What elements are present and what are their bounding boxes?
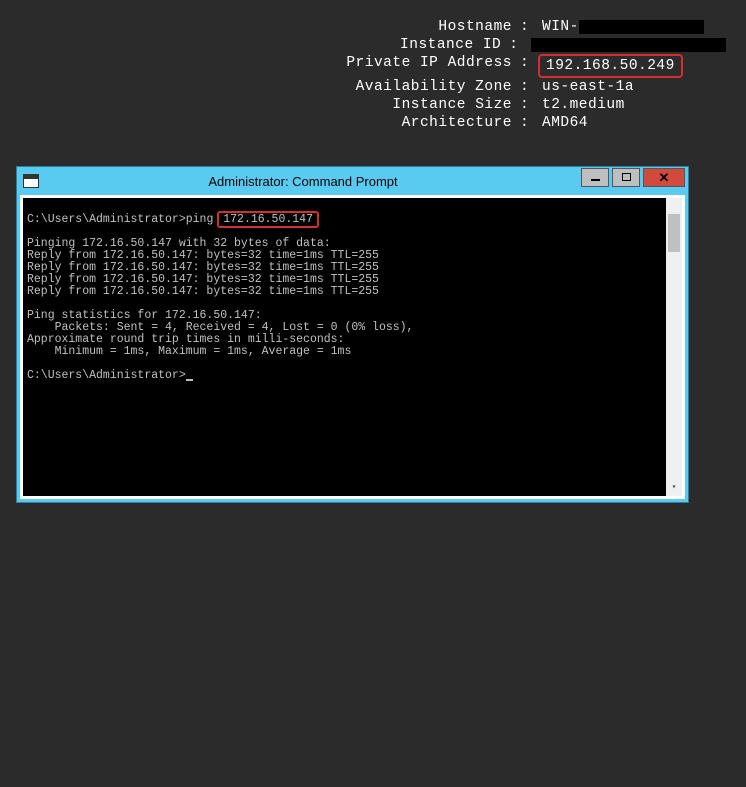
instance-id-row: Instance ID :: [20, 36, 726, 54]
terminal-output[interactable]: C:\Users\Administrator>ping 172.16.50.14…: [23, 198, 682, 496]
private-ip-label: Private IP Address: [20, 54, 520, 78]
minimize-button[interactable]: [581, 168, 609, 187]
architecture-value: AMD64: [532, 114, 588, 132]
instance-info-panel: Hostname : WIN- Instance ID : Private IP…: [0, 0, 746, 162]
separator: :: [520, 54, 532, 78]
separator: :: [520, 78, 532, 96]
command-prompt-window[interactable]: Administrator: Command Prompt ✕ C:\Users…: [16, 166, 689, 503]
highlight-box: 172.16.50.147: [217, 211, 319, 228]
scroll-down-button[interactable]: ▾: [666, 480, 682, 496]
instance-id-label: Instance ID: [20, 36, 509, 54]
cursor: [186, 379, 193, 381]
cmd-icon: [23, 174, 39, 188]
window-controls: ✕: [581, 168, 688, 187]
architecture-label: Architecture: [20, 114, 520, 132]
instance-id-value: [521, 36, 726, 54]
instance-size-label: Instance Size: [20, 96, 520, 114]
prompt-line: C:\Users\Administrator>: [27, 369, 193, 382]
separator: :: [509, 36, 521, 54]
hostname-value: WIN-: [532, 18, 704, 36]
output-line: Reply from 172.16.50.147: bytes=32 time=…: [27, 285, 379, 298]
redacted-block: [531, 38, 726, 52]
maximize-button[interactable]: [612, 168, 640, 187]
availability-zone-row: Availability Zone : us-east-1a: [20, 78, 726, 96]
availability-zone-label: Availability Zone: [20, 78, 520, 96]
private-ip-value: 192.168.50.249: [532, 54, 683, 78]
close-button[interactable]: ✕: [643, 168, 685, 187]
redacted-block: [579, 20, 704, 34]
scrollbar[interactable]: ▴ ▾: [666, 198, 682, 496]
hostname-row: Hostname : WIN-: [20, 18, 726, 36]
titlebar[interactable]: Administrator: Command Prompt ✕: [17, 167, 688, 195]
private-ip-row: Private IP Address : 192.168.50.249: [20, 54, 726, 78]
hostname-label: Hostname: [20, 18, 520, 36]
separator: :: [520, 96, 532, 114]
prompt-line: C:\Users\Administrator>ping 172.16.50.14…: [27, 213, 316, 226]
availability-zone-value: us-east-1a: [532, 78, 634, 96]
scroll-thumb[interactable]: [668, 214, 680, 252]
separator: :: [520, 114, 532, 132]
highlight-box: 192.168.50.249: [538, 54, 683, 78]
cmd-body-wrap: C:\Users\Administrator>ping 172.16.50.14…: [20, 195, 685, 499]
instance-size-value: t2.medium: [532, 96, 625, 114]
window-title: Administrator: Command Prompt: [45, 174, 581, 189]
instance-size-row: Instance Size : t2.medium: [20, 96, 726, 114]
separator: :: [520, 18, 532, 36]
output-line: Minimum = 1ms, Maximum = 1ms, Average = …: [27, 345, 351, 358]
architecture-row: Architecture : AMD64: [20, 114, 726, 132]
